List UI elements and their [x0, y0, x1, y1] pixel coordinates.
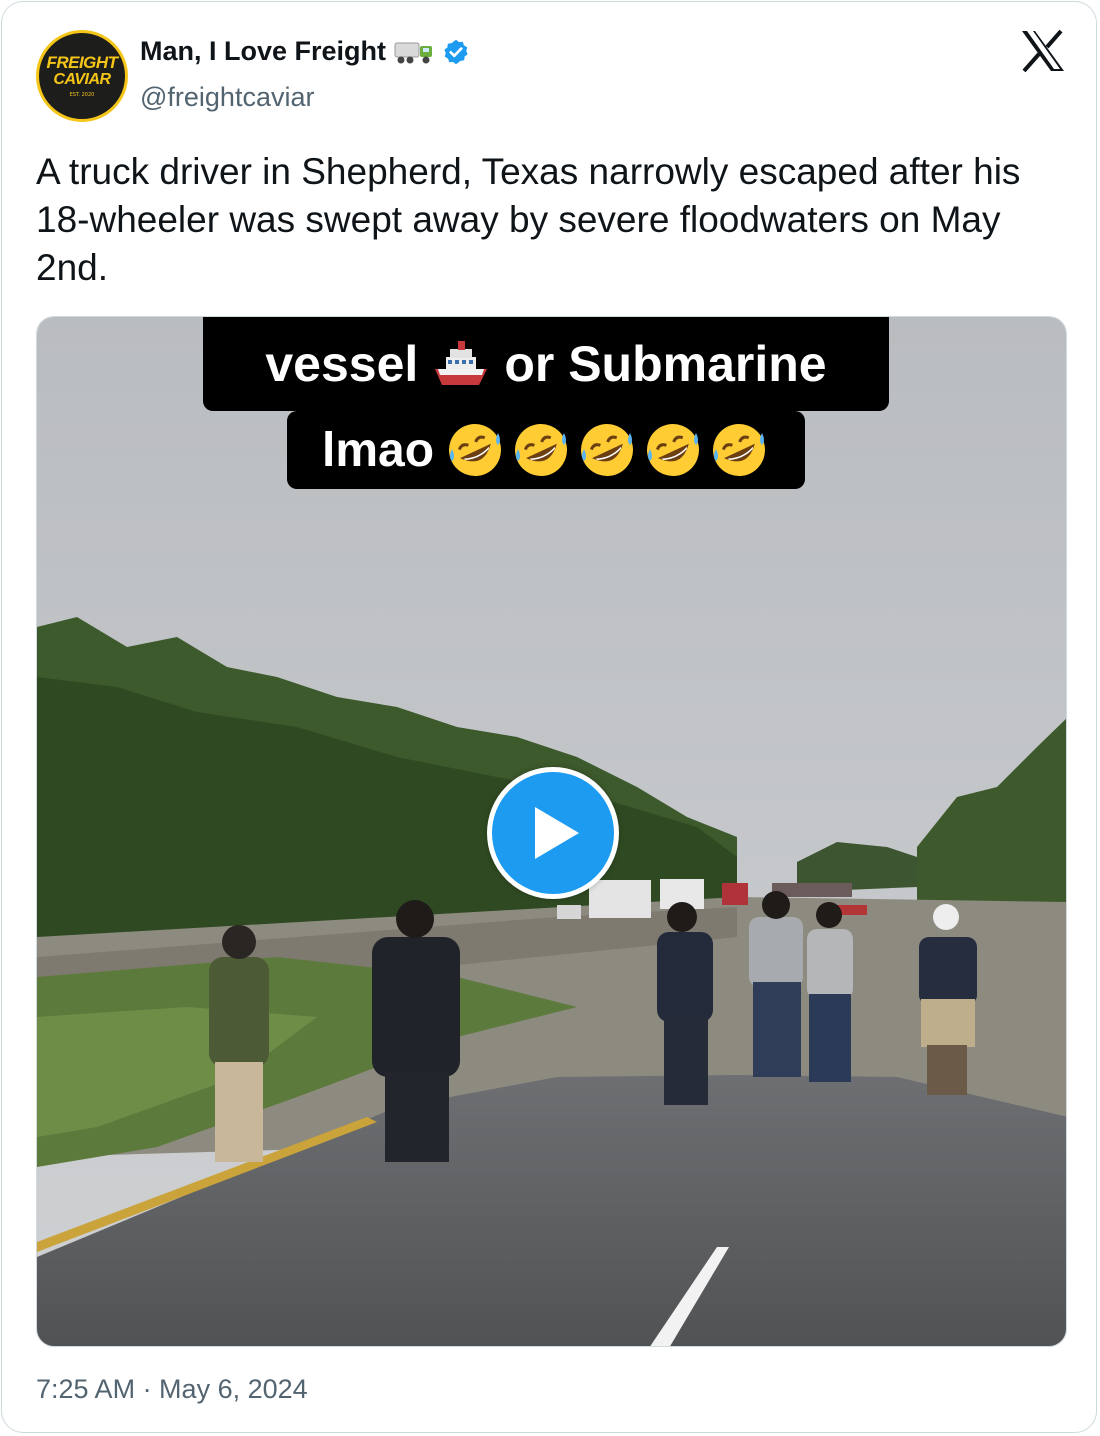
caption-word-lmao: lmao [321, 423, 435, 477]
tweet-text: A truck driver in Shepherd, Texas narrow… [36, 151, 1021, 288]
play-icon [535, 807, 579, 859]
author-name[interactable]: Man, I Love Freight [140, 36, 386, 67]
rofl-emoji-icon [581, 424, 634, 476]
caption-words-or-submarine: or Submarine [504, 336, 827, 392]
rofl-emoji-icon [713, 424, 766, 476]
avatar[interactable]: FREIGHT CAVIAR EST. 2020 [36, 30, 128, 122]
verified-badge-icon [444, 39, 468, 64]
tweet-card: FREIGHT CAVIAR EST. 2020 Man, I Love Fre… [1, 1, 1097, 1433]
avatar-text-line3: EST. 2020 [69, 92, 95, 98]
video-caption-line2: lmao [287, 411, 805, 489]
rofl-emoji-row [444, 419, 770, 481]
rofl-emoji-icon [647, 424, 700, 476]
video-player[interactable]: vessel or Submarine lmao [36, 316, 1067, 1347]
tweet-timestamp[interactable]: 7:25 AM · May 6, 2024 [36, 1374, 308, 1405]
articulated-lorry-icon [394, 42, 433, 63]
avatar-text-line1: FREIGHT [46, 53, 118, 72]
play-button[interactable] [487, 767, 619, 899]
caption-word-vessel: vessel [265, 336, 419, 392]
rofl-emoji-icon [515, 424, 568, 476]
ship-icon [435, 341, 488, 385]
author-name-row: Man, I Love Freight [140, 36, 470, 67]
avatar-text-line2: CAVIAR [53, 71, 111, 88]
author-handle[interactable]: @freightcaviar [140, 82, 314, 113]
x-logo-icon[interactable] [1020, 30, 1066, 72]
video-caption-line1: vessel or Submarine [203, 317, 889, 411]
rofl-emoji-icon [449, 424, 502, 476]
